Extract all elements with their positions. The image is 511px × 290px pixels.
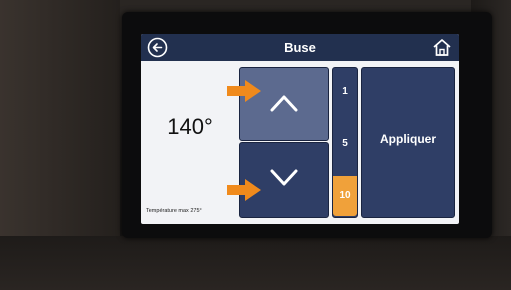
touch-screen: Buse 140° Température max 275° 1 5 10 Ap…	[141, 34, 459, 224]
orange-arrow-icon	[227, 80, 261, 102]
increase-button[interactable]	[239, 67, 329, 141]
max-temperature-label: Température max 275°	[146, 208, 202, 214]
temperature-value: 140°	[167, 114, 213, 139]
chevron-up-icon	[270, 95, 298, 112]
step-option-10[interactable]: 10	[333, 176, 357, 216]
apply-button-label: Appliquer	[380, 132, 436, 146]
chevron-down-icon	[270, 169, 298, 186]
page-title: Buse	[284, 40, 316, 55]
device-bottom-panel	[0, 236, 511, 290]
apply-button[interactable]: Appliquer	[361, 67, 455, 218]
orange-arrow-icon	[227, 179, 261, 201]
step-option-5[interactable]: 5	[333, 124, 357, 164]
home-icon[interactable]	[431, 37, 453, 58]
step-selector: 1 5 10	[332, 67, 358, 218]
title-bar: Buse	[141, 34, 459, 61]
back-icon[interactable]	[147, 37, 168, 58]
photo-background: Buse 140° Température max 275° 1 5 10 Ap…	[0, 0, 511, 290]
step-option-1[interactable]: 1	[333, 72, 357, 112]
